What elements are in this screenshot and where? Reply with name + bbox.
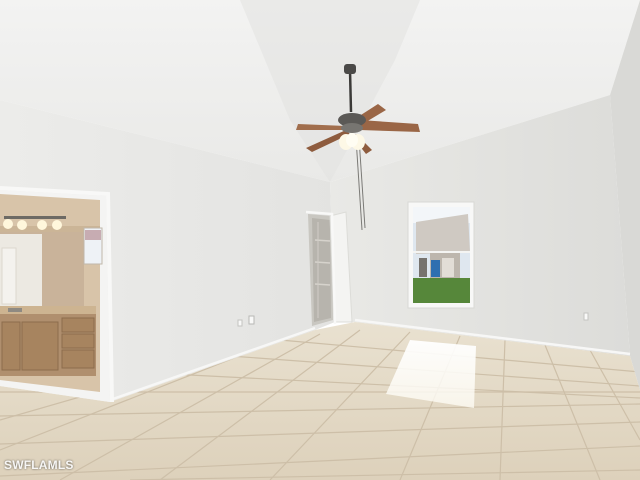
room-photo: SWFLAMLS — [0, 0, 640, 480]
wall-outlet — [248, 315, 255, 325]
room-illustration — [0, 0, 640, 480]
wall-outlet — [237, 319, 243, 327]
lawn — [413, 278, 470, 303]
closet-doorway — [305, 210, 353, 326]
blue-bin — [431, 260, 440, 277]
mls-watermark: SWFLAMLS — [4, 458, 74, 472]
wall-outlet — [583, 312, 589, 321]
window — [407, 201, 475, 309]
bathroom-doorway — [0, 186, 114, 403]
